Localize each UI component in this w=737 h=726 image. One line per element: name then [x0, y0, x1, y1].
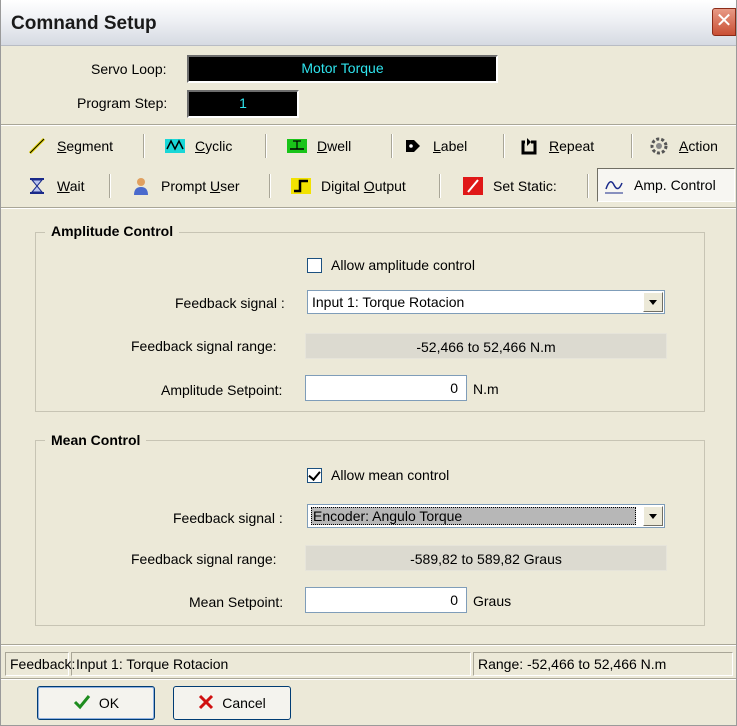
segment-label: Segment: [57, 138, 114, 154]
ok-button[interactable]: OK: [37, 686, 155, 720]
label-icon: [403, 136, 423, 156]
segment-button[interactable]: Segment: [21, 131, 137, 161]
allow-amplitude-checkbox[interactable]: [307, 258, 322, 273]
allow-amplitude-label: Allow amplitude control: [331, 257, 475, 273]
set-static-button[interactable]: Set Static:: [457, 171, 581, 201]
cyclic-button[interactable]: Cyclic: [159, 131, 259, 161]
amp-feedback-signal-label: Feedback signal :: [175, 295, 285, 311]
prompt-user-label: Prompt User: [161, 178, 240, 194]
label-label: Label: [433, 138, 468, 154]
prompt-user-button[interactable]: Prompt User: [125, 171, 263, 201]
program-step-label: Program Step:: [77, 95, 168, 111]
mean-control-title: Mean Control: [45, 432, 147, 448]
mean-range-label: Feedback signal range:: [131, 551, 277, 567]
status-bar: Feedback: Input 1: Torque Rotacion Range…: [1, 650, 736, 678]
amp-setpoint-input[interactable]: 0: [305, 375, 467, 401]
digital-output-label: Digital Output: [321, 178, 406, 194]
mean-setpoint-unit: Graus: [473, 593, 512, 609]
set-static-label: Set Static:: [493, 178, 557, 194]
label-button[interactable]: Label: [397, 131, 495, 161]
action-button[interactable]: Action: [643, 131, 735, 161]
amp-control-label: Amp. Control: [634, 177, 716, 193]
set-static-icon: [463, 176, 483, 196]
allow-mean-label: Allow mean control: [331, 467, 450, 483]
segment-icon: [27, 136, 47, 156]
ok-label: OK: [98, 695, 120, 711]
servo-loop-field[interactable]: Motor Torque: [187, 55, 498, 83]
mean-setpoint-input[interactable]: 0: [305, 587, 467, 613]
action-icon: [649, 136, 669, 156]
amp-control-icon: [604, 175, 624, 195]
mean-feedback-signal-label: Feedback signal :: [173, 510, 283, 526]
title-bar: Comnand Setup ✕: [1, 0, 736, 46]
amp-setpoint-unit: N.m: [473, 381, 499, 397]
dwell-icon: [287, 136, 307, 156]
amp-range-label: Feedback signal range:: [131, 338, 277, 354]
dwell-label: Dwell: [317, 138, 352, 154]
status-feedback-value: Input 1: Torque Rotacion: [71, 652, 471, 676]
cyclic-label: Cyclic: [195, 138, 233, 154]
repeat-label: Repeat: [549, 138, 595, 154]
amp-setpoint-label: Amplitude Setpoint:: [161, 382, 283, 398]
program-step-field[interactable]: 1: [187, 90, 299, 118]
wait-button[interactable]: Wait: [21, 171, 101, 201]
close-button[interactable]: ✕: [712, 8, 736, 36]
status-range-value: Range: -52,466 to 52,466 N.m: [473, 652, 733, 676]
digital-output-icon: [291, 176, 311, 196]
mean-setpoint-label: Mean Setpoint:: [189, 594, 284, 610]
command-setup-window: Comnand Setup ✕ Servo Loop: Motor Torque…: [0, 0, 737, 726]
action-label: Action: [679, 138, 718, 154]
amp-range-value: -52,466 to 52,466 N.m: [305, 333, 667, 359]
servo-loop-label: Servo Loop:: [91, 61, 167, 77]
hourglass-icon: [27, 176, 47, 196]
cyclic-icon: [165, 136, 185, 156]
checkmark-icon: [73, 694, 91, 713]
amp-feedback-signal-select[interactable]: Input 1: Torque Rotacion: [307, 290, 665, 314]
mean-range-value: -589,82 to 589,82 Graus: [305, 545, 667, 571]
wait-label: Wait: [57, 178, 85, 194]
chevron-down-icon[interactable]: [643, 506, 663, 526]
allow-mean-checkbox[interactable]: [307, 468, 322, 483]
window-title: Comnand Setup: [11, 13, 157, 34]
user-icon: [131, 176, 151, 196]
dwell-button[interactable]: Dwell: [281, 131, 385, 161]
cancel-label: Cancel: [222, 695, 266, 711]
x-icon: [198, 694, 214, 713]
chevron-down-icon[interactable]: [643, 292, 663, 312]
amplitude-control-title: Amplitude Control: [45, 223, 180, 239]
digital-output-button[interactable]: Digital Output: [285, 171, 433, 201]
repeat-icon: [519, 136, 539, 156]
repeat-button[interactable]: Repeat: [513, 131, 625, 161]
amp-control-button[interactable]: Amp. Control: [597, 168, 735, 202]
cancel-button[interactable]: Cancel: [173, 686, 291, 720]
status-feedback-label: Feedback:: [5, 652, 75, 676]
mean-feedback-signal-select[interactable]: Encoder: Angulo Torque: [307, 504, 665, 528]
